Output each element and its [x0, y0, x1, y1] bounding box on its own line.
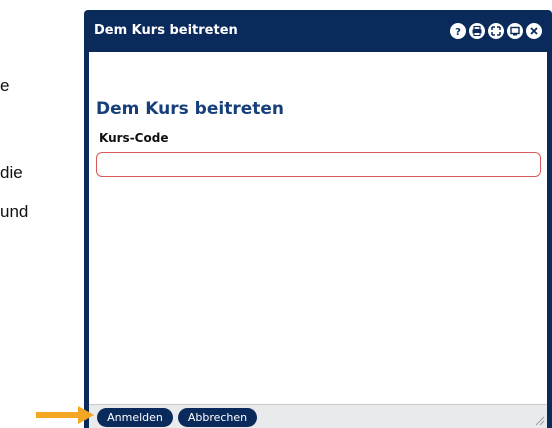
svg-text:?: ?	[455, 27, 461, 37]
arrow-icon	[36, 406, 94, 424]
course-code-input[interactable]	[96, 152, 541, 177]
dialog-content: Dem Kurs beitreten Kurs-Code	[89, 52, 547, 404]
join-course-dialog: Dem Kurs beitreten ? Dem Kurs beitreten …	[84, 10, 552, 428]
dialog-footer: Anmelden Abbrechen	[89, 404, 547, 428]
login-button[interactable]: Anmelden	[97, 408, 173, 427]
help-icon[interactable]: ?	[450, 23, 466, 39]
dialog-heading: Dem Kurs beitreten	[96, 99, 284, 119]
background-text-line-2: die	[0, 163, 23, 182]
dialog-title: Dem Kurs beitreten	[94, 23, 238, 38]
minimize-icon[interactable]	[507, 23, 523, 39]
background-text-line-3: und	[0, 202, 29, 221]
window-controls: ?	[450, 23, 542, 39]
maximize-icon[interactable]	[488, 23, 504, 39]
dialog-titlebar[interactable]: Dem Kurs beitreten ?	[84, 10, 552, 52]
resize-grip-icon[interactable]	[533, 414, 545, 426]
background-text-line-1: e	[0, 76, 10, 95]
course-code-label: Kurs-Code	[99, 131, 169, 145]
print-icon[interactable]	[469, 23, 485, 39]
close-icon[interactable]	[526, 23, 542, 39]
cancel-button[interactable]: Abbrechen	[178, 408, 257, 427]
